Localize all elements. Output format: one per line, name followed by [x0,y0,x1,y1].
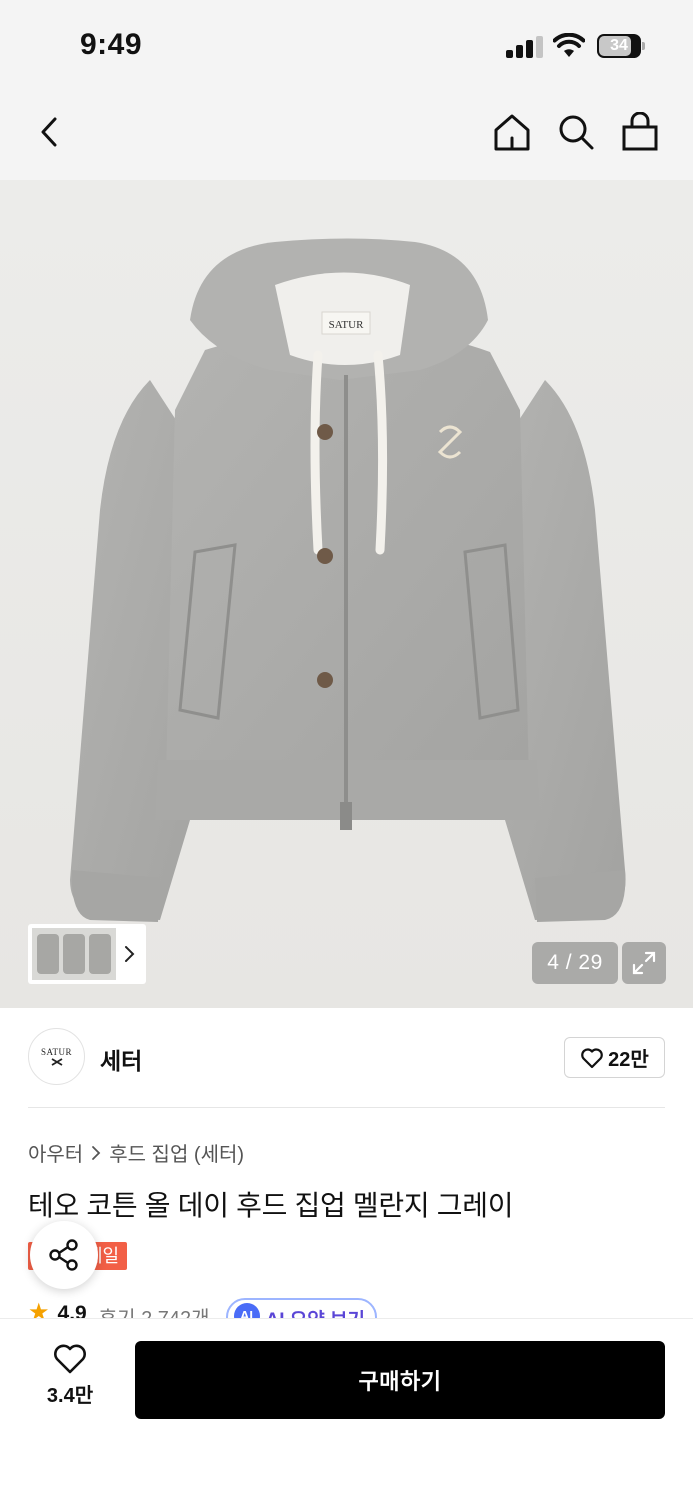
bottom-action-bar: 3.4만 구매하기 [0,1318,693,1500]
breadcrumb-subcategory[interactable]: 후드 집업 (세터) [109,1138,244,1167]
wifi-icon [553,33,585,57]
status-bar: 9:49 34 [0,0,693,90]
battery-icon: 34 [597,34,645,58]
review-count[interactable]: 후기 2,742개 [99,1302,210,1318]
product-image: SATUR [70,238,626,922]
cart-button[interactable] [618,110,662,154]
buy-button[interactable]: 구매하기 [135,1341,665,1419]
expand-icon [632,951,656,975]
brand-logo-text: SATUR [40,1046,72,1057]
star-icon: ★ [28,1299,50,1319]
brand-like-button[interactable]: 22만 [564,1037,665,1078]
ai-icon: AI [233,1303,260,1318]
brand-logo[interactable]: SATUR [28,1028,85,1085]
breadcrumb: 아우터 후드 집업 (세터) [28,1138,244,1167]
heart-icon [581,1047,604,1068]
chevron-right-icon [92,1145,101,1160]
top-navigation-bar [0,90,693,180]
ai-summary-label: AI 요약 보기 [266,1305,365,1318]
chevron-left-icon [41,117,57,147]
fullscreen-button[interactable] [622,942,666,984]
battery-level: 34 [610,37,628,54]
brand-name[interactable]: 세터 [100,1042,142,1076]
cellular-signal-icon [506,36,544,58]
image-counter: 4 / 29 [532,942,618,984]
breadcrumb-category[interactable]: 아우터 [28,1138,83,1167]
rating-row[interactable]: ★ 4.9 후기 2,742개 AI AI 요약 보기 [28,1298,688,1318]
back-button[interactable] [28,110,72,154]
share-button[interactable] [30,1221,98,1289]
heart-icon [54,1344,86,1374]
share-icon [49,1239,78,1271]
search-icon [559,115,594,150]
search-button[interactable] [554,110,598,154]
chevron-right-icon [116,945,142,963]
wishlist-count: 3.4만 [46,1385,94,1407]
brand-logo-mark-icon [51,1057,62,1066]
thumbnail-images [32,928,116,980]
status-time: 9:49 [80,28,143,61]
product-image-gallery[interactable]: SATUR 4 / 29 [0,180,693,1008]
shopping-bag-icon [622,112,658,151]
product-title: 테오 코튼 올 데이 후드 집업 멜란지 그레이 [28,1190,514,1221]
thumbnail-strip-button[interactable] [28,924,146,984]
rating-value: 4.9 [57,1302,87,1318]
brand-like-count: 22만 [608,1049,649,1071]
divider [28,1107,665,1108]
home-icon [494,114,530,151]
hood-label-text: SATUR [329,319,365,331]
wishlist-button[interactable]: 3.4만 [28,1343,112,1413]
ai-summary-button[interactable]: AI AI 요약 보기 [225,1298,378,1318]
brand-row[interactable]: SATUR 세터 22만 [28,1028,665,1088]
home-button[interactable] [490,110,534,154]
